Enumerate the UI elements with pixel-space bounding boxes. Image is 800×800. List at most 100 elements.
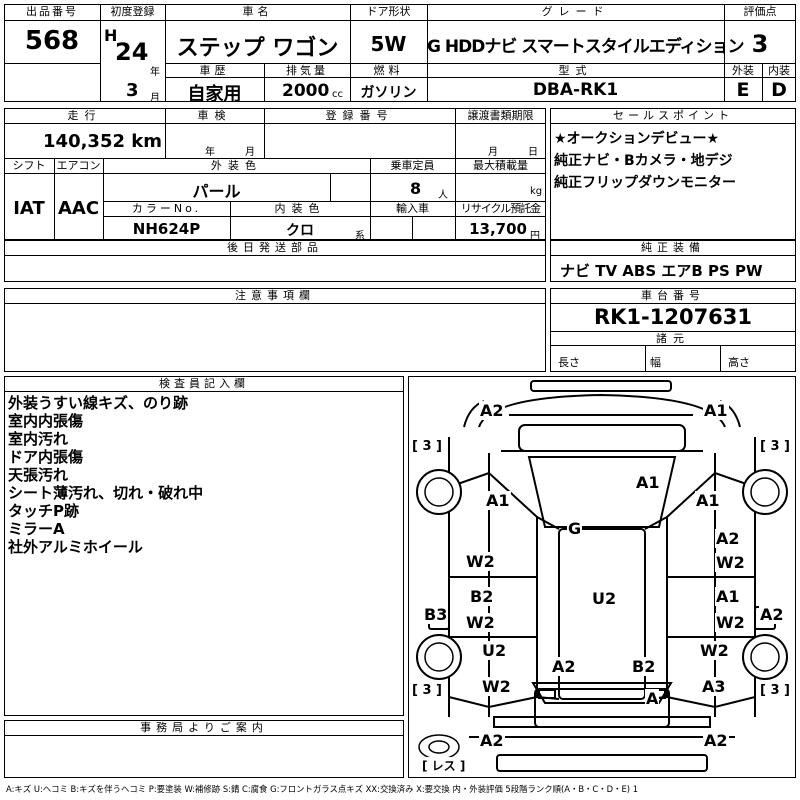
model: DBA-RK1 bbox=[532, 80, 619, 100]
door-label: ドア形状 bbox=[366, 5, 411, 18]
inspection-year-unit: 年 bbox=[205, 147, 215, 158]
car-name-label: 車名 bbox=[242, 5, 273, 18]
damage-mark: B3 bbox=[423, 605, 449, 624]
inspector-label: 検査員記入欄 bbox=[159, 377, 249, 390]
damage-mark: G bbox=[567, 519, 583, 538]
equipment: ナビ TV ABS エアB PS PW bbox=[560, 262, 763, 280]
score-label: 評価点 bbox=[743, 5, 777, 18]
chassis-number: RK1-1207631 bbox=[593, 305, 753, 329]
inspector-note: ミラーA bbox=[8, 520, 65, 538]
exterior-label: 外装色 bbox=[211, 159, 262, 172]
damage-mark: A1 bbox=[635, 473, 661, 492]
lot-label: 出品番号 bbox=[26, 5, 78, 18]
damage-mark: A1 bbox=[695, 491, 721, 510]
grade: G HDDナビ スマートスタイルエディション bbox=[427, 37, 745, 57]
inspector-note: ドア内張傷 bbox=[8, 448, 84, 466]
first-reg-year: 24 bbox=[115, 38, 149, 66]
displacement-unit: cc bbox=[332, 89, 343, 100]
history: 自家用 bbox=[187, 84, 242, 105]
transfer-label: 譲渡書類期限 bbox=[467, 109, 534, 122]
spec-label: 諸元 bbox=[656, 332, 690, 345]
sales-point-lines: ★オークションデビュー★ 純正ナビ・Bカメラ・地デジ 純正フリップダウンモニター bbox=[554, 128, 736, 194]
damage-mark: W2 bbox=[465, 613, 496, 632]
damage-mark: A2 bbox=[479, 731, 505, 750]
int-grade: D bbox=[771, 79, 787, 101]
damage-mark: U2 bbox=[591, 589, 618, 608]
color-no-label: カラーNo. bbox=[131, 202, 202, 215]
fuel: ガソリン bbox=[360, 85, 417, 101]
damage-mark: W2 bbox=[715, 613, 746, 632]
damage-mark: W2 bbox=[715, 553, 746, 572]
sales-point-line: 純正フリップダウンモニター bbox=[554, 175, 736, 191]
inspector-note: 室内内張傷 bbox=[8, 412, 84, 430]
mileage-label: 走行 bbox=[67, 109, 102, 122]
inspector-note: 外装うすい線キズ、のり跡 bbox=[8, 394, 189, 412]
damage-diagram: [ 3 ] [ 3 ] [ 3 ] [ 3 ] [ レス ] A2 A1 A1 … bbox=[408, 376, 796, 778]
tire-mark-front-left: [ 3 ] bbox=[411, 439, 443, 454]
damage-mark: A2 bbox=[759, 605, 785, 624]
damage-mark: A1 bbox=[703, 401, 729, 420]
damage-mark: W2 bbox=[481, 677, 512, 696]
inspector-note: シート薄汚れ、切れ・破れ中 bbox=[8, 484, 204, 502]
sales-point-label: セールスポイント bbox=[613, 109, 733, 122]
legend: A:キズ U:ヘコミ B:キズを伴うヘコミ P:要塗装 W:補修跡 S:錆 C:… bbox=[6, 784, 639, 794]
inspector-notes: 外装うすい線キズ、のり跡 室内内張傷 室内汚れ ドア内張傷 天張汚れ シート薄汚… bbox=[8, 394, 203, 556]
transfer-day: 日 bbox=[528, 147, 538, 158]
capacity: 8 bbox=[410, 179, 422, 198]
transfer-month: 月 bbox=[488, 147, 498, 158]
damage-mark: A2 bbox=[703, 731, 729, 750]
damage-mark: U2 bbox=[481, 641, 508, 660]
ac: AAC bbox=[57, 198, 100, 219]
car-outline-diagram bbox=[416, 380, 788, 772]
mileage: 140,352 km bbox=[43, 131, 162, 152]
interior-label: 内装色 bbox=[274, 202, 326, 215]
first-reg-month: 3 bbox=[126, 80, 139, 101]
damage-mark: B2 bbox=[631, 657, 657, 676]
caution-label: 注意事項欄 bbox=[235, 289, 315, 302]
damage-mark: W2 bbox=[465, 552, 496, 571]
recycle-label: リサイクル預託金 bbox=[460, 202, 541, 215]
history-label: 車歴 bbox=[199, 64, 230, 77]
grade-label: グレード bbox=[541, 5, 610, 18]
import-label: 輸入車 bbox=[396, 202, 429, 215]
ext-grade-label: 外装 bbox=[732, 64, 754, 77]
recycle-fee: 13,700 bbox=[469, 220, 527, 238]
inspector-note: タッチP跡 bbox=[8, 502, 79, 520]
displacement: 2000 bbox=[282, 81, 330, 101]
lot-number: 568 bbox=[24, 26, 80, 56]
ext-grade: E bbox=[736, 79, 750, 101]
plate-label: 登録番号 bbox=[325, 109, 394, 122]
chassis-label: 車台番号 bbox=[641, 289, 705, 302]
damage-mark: A2 bbox=[715, 529, 741, 548]
width-label: 幅 bbox=[650, 356, 661, 369]
damage-mark: A1 bbox=[485, 491, 511, 510]
inspector-note: 室内汚れ bbox=[8, 430, 69, 448]
score: 3 bbox=[751, 30, 769, 58]
interior-color: クロ bbox=[286, 223, 314, 239]
height-label: 高さ bbox=[728, 356, 750, 369]
damage-mark: W2 bbox=[699, 641, 730, 660]
inspector-note: 社外アルミホイール bbox=[8, 538, 143, 556]
year-unit: 年 bbox=[150, 67, 160, 78]
tire-mark-front-right: [ 3 ] bbox=[759, 439, 791, 454]
sales-point-line: ★オークションデビュー★ bbox=[554, 131, 720, 147]
load-label: 最大積載量 bbox=[473, 159, 528, 172]
door-type: 5W bbox=[370, 32, 407, 56]
int-grade-label: 内装 bbox=[768, 64, 790, 77]
first-reg-label: 初度登録 bbox=[110, 5, 155, 18]
damage-mark: B2 bbox=[469, 587, 495, 606]
shift-label: シフト bbox=[12, 159, 46, 172]
damage-mark: A3 bbox=[701, 677, 727, 696]
sales-point-line: 純正ナビ・Bカメラ・地デジ bbox=[554, 153, 733, 169]
damage-mark: A2 bbox=[479, 401, 505, 420]
damage-mark: A bbox=[645, 689, 660, 708]
inspection-month-unit: 月 bbox=[245, 147, 255, 158]
color-no: NH624P bbox=[132, 220, 201, 238]
tire-mark-rear-left: [ 3 ] bbox=[411, 683, 443, 698]
capacity-label: 乗車定員 bbox=[390, 159, 435, 172]
damage-mark: A2 bbox=[551, 657, 577, 676]
displacement-label: 排気量 bbox=[286, 64, 328, 77]
exterior-color: パール bbox=[192, 182, 241, 201]
model-label: 型式 bbox=[558, 64, 593, 77]
inspector-note: 天張汚れ bbox=[8, 466, 69, 484]
